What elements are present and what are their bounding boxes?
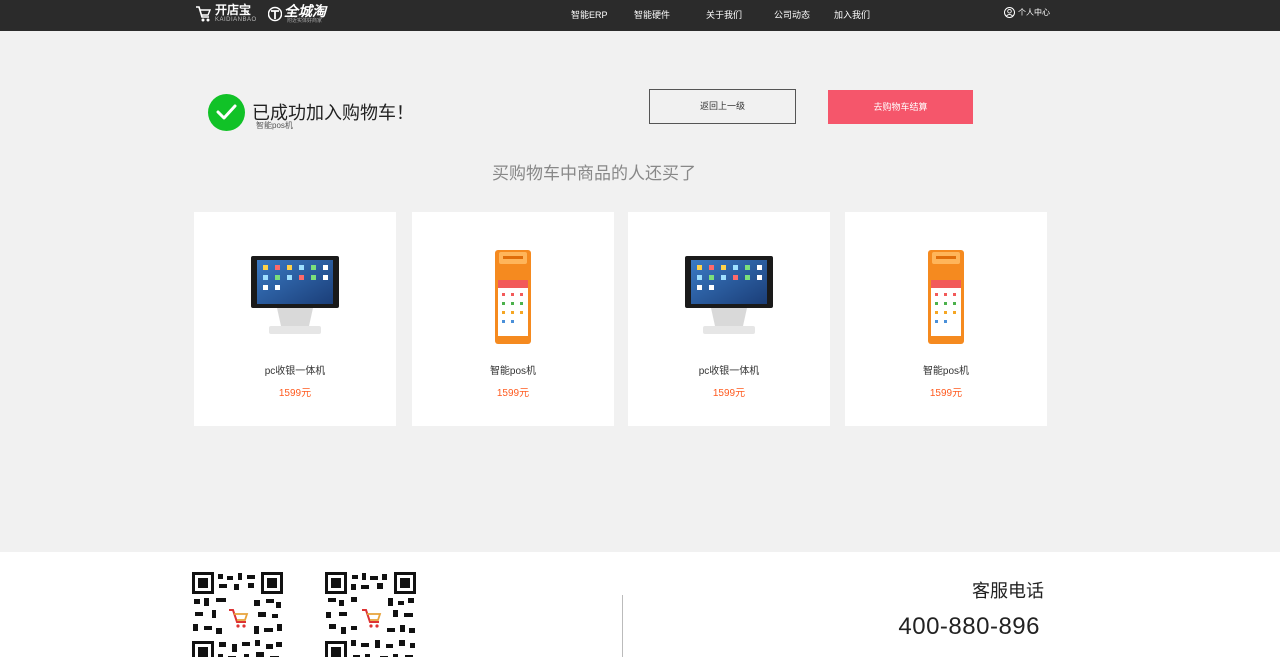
logo-secondary-sub: 附近实体好商家	[287, 18, 323, 24]
product-price: 1599元	[278, 388, 312, 399]
pc-terminal-icon	[628, 248, 830, 348]
user-icon	[1004, 7, 1015, 18]
pc-terminal-icon	[194, 248, 396, 348]
top-navbar: 开店宝 KAIDIANBAO 全城淘 附近实体好商家 智能ERP 智能硬件 关于…	[0, 0, 1280, 31]
nav-item-join[interactable]: 加入我们	[834, 8, 870, 21]
logo-primary-cn: 开店宝	[215, 2, 252, 17]
product-card[interactable]: 智能pos机 1599元	[412, 212, 614, 426]
product-name: 智能pos机	[922, 366, 970, 377]
kaidianbao-logo[interactable]: 开店宝 KAIDIANBAO	[194, 3, 257, 23]
user-center-label: 个人中心	[1018, 8, 1050, 17]
product-name: pc收银一体机	[264, 366, 326, 377]
handheld-pos-icon	[412, 248, 614, 348]
product-card[interactable]: 智能pos机 1599元	[845, 212, 1047, 426]
service-phone[interactable]: 400-880-896	[898, 613, 1040, 641]
success-check-icon	[208, 94, 245, 131]
quanchengtao-logo[interactable]: 全城淘 附近实体好商家	[267, 3, 326, 24]
product-name: pc收银一体机	[698, 366, 760, 377]
logo-primary-en: KAIDIANBAO	[215, 16, 257, 23]
product-card[interactable]: pc收银一体机 1599元	[194, 212, 396, 426]
product-price: 1599元	[496, 388, 530, 399]
product-price: 1599元	[712, 388, 746, 399]
product-name: 智能pos机	[489, 366, 537, 377]
nav-item-about[interactable]: 关于我们	[706, 8, 742, 21]
qr-code-icon	[192, 572, 283, 657]
nav-item-erp[interactable]: 智能ERP	[571, 8, 608, 21]
t-logo-icon	[267, 6, 283, 22]
back-button[interactable]: 返回上一级	[649, 89, 796, 124]
service-label: 客服电话	[972, 581, 1044, 601]
handheld-pos-icon	[845, 248, 1047, 348]
checkout-button[interactable]: 去购物车结算	[828, 90, 973, 124]
footer-divider	[622, 595, 623, 657]
cart-logo-icon	[194, 3, 212, 23]
product-card[interactable]: pc收银一体机 1599元	[628, 212, 830, 426]
nav-item-news[interactable]: 公司动态	[774, 8, 810, 21]
logo-secondary-cn: 全城淘	[284, 3, 326, 19]
footer: 客服电话 400-880-896	[0, 552, 1280, 657]
user-center-link[interactable]: 个人中心	[1004, 7, 1050, 18]
nav-item-hardware[interactable]: 智能硬件	[634, 8, 670, 21]
product-price: 1599元	[929, 388, 963, 399]
recommend-title: 买购物车中商品的人还买了	[492, 164, 696, 183]
added-product-name: 智能pos机	[256, 121, 293, 130]
qr-code-icon	[325, 572, 416, 657]
